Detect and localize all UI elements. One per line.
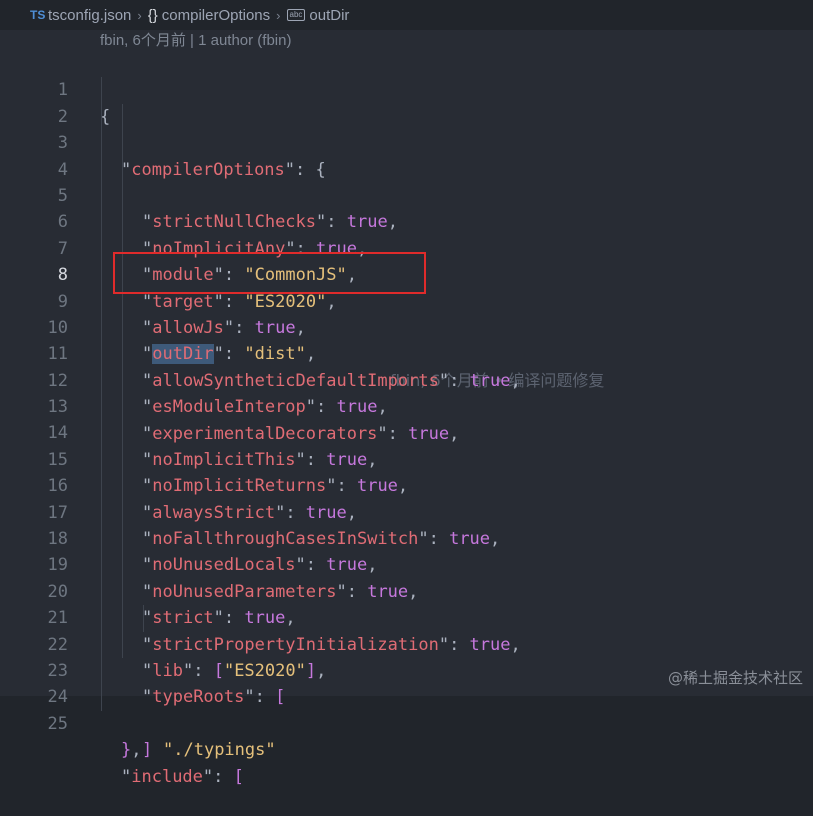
indent-guide [101,605,102,632]
indent-guide [101,394,102,421]
indent-guide [122,473,123,500]
chevron-right-icon: › [276,7,281,23]
indent-guide [101,182,102,210]
code-line[interactable]: 18 "strict": true, [0,499,813,628]
indent-guide [101,367,102,395]
highlight-annotation-box [113,252,426,294]
code-line[interactable]: 7 "allowJs": true, [0,209,813,338]
line-code: }, [121,740,142,761]
breadcrumb: TS tsconfig.json › {} compilerOptions › … [0,0,813,30]
indent-guide [101,341,102,368]
indent-guide [101,446,102,474]
indent-guide [143,605,144,632]
indent-guide [101,631,102,658]
code-line[interactable]: 1 { [0,51,813,126]
watermark: @稀土掘金技术社区 [667,669,803,687]
code-line[interactable]: 11 "experimentalDecorators": true, [0,314,813,444]
indent-guide [101,209,102,236]
code-line[interactable]: 14 "alwaysStrict": true, [0,394,813,523]
indent-guide [122,420,123,447]
indent-guide [122,578,123,606]
indent-guide [101,288,102,315]
code-line[interactable]: 15 "noFallthroughCasesInSwitch": true, [0,420,813,549]
indent-guide [101,235,102,263]
code-line[interactable]: 17 "noUnusedParameters": true, [0,473,813,602]
indent-guide [122,156,123,183]
code-line[interactable]: 12 "noImplicitThis": true, [0,341,813,470]
code-line[interactable]: 6 "target": "ES2020", [0,182,813,312]
indent-guide [122,182,123,210]
editor-lines[interactable]: 1 { 2 "compilerOptions": { 3 "strictNull… [0,51,813,787]
indent-guide [122,499,123,527]
indent-guide [101,684,102,711]
indent-guide [122,367,123,395]
indent-guide [101,130,102,157]
indent-guide [101,657,102,685]
code-line[interactable]: 22 "./typings" [0,605,813,760]
code-line[interactable]: 23 ] [0,631,813,760]
indent-guide [122,446,123,474]
indent-guide [101,473,102,500]
line-code: "include": [ [121,766,244,787]
indent-guide [101,156,102,183]
code-line[interactable]: 13 "noImplicitReturns": true, [0,367,813,496]
indent-guide [122,103,123,131]
typescript-file-icon: TS [30,8,46,22]
line-code: "./typings" [163,740,276,761]
indent-guide [101,578,102,606]
breadcrumb-file[interactable]: tsconfig.json [48,7,131,24]
indent-guide [101,314,102,342]
indent-guide [101,103,102,131]
indent-guide [122,341,123,368]
indent-guide [122,631,123,658]
code-line[interactable]: 5 "module": "CommonJS", [0,156,813,285]
indent-guide [101,499,102,527]
code-line[interactable]: 19 "strictPropertyInitialization": true, [0,526,813,655]
string-property-icon: abc [286,9,306,21]
code-line[interactable]: 21 "typeRoots": [ [0,578,813,707]
indent-guide [122,526,123,553]
code-line[interactable]: 4 "noImplicitAny": true, [0,130,813,259]
code-editor[interactable]: fbin, 6个月前 | 1 author (fbin) 1 { 2 "comp… [0,30,813,787]
code-line[interactable]: 2 "compilerOptions": { [0,77,813,180]
object-icon: {} [147,6,158,24]
indent-guide [122,552,123,579]
indent-guide [101,526,102,553]
code-line[interactable]: 20 "lib": ["ES2020"], [0,552,813,681]
indent-guide [122,314,123,342]
indent-guide [101,420,102,447]
git-codelens[interactable]: fbin, 6个月前 | 1 author (fbin) [100,30,291,52]
code-line[interactable]: 3 "strictNullChecks": true, [0,103,813,232]
indent-guide [122,209,123,236]
indent-guide [101,552,102,579]
code-line[interactable]: 25 "include": [ [0,684,813,787]
indent-guide [101,262,102,289]
indent-guide [122,605,123,632]
line-number: 25 [47,713,68,734]
indent-guide [122,130,123,157]
indent-guide [101,77,102,104]
code-line[interactable]: 16 "noUnusedLocals": true, [0,446,813,575]
line-code: ] [142,740,153,761]
breadcrumb-property[interactable]: outDir [309,7,349,24]
indent-guide [122,394,123,421]
chevron-right-icon: › [137,7,142,23]
breadcrumb-section[interactable]: compilerOptions [162,7,270,24]
